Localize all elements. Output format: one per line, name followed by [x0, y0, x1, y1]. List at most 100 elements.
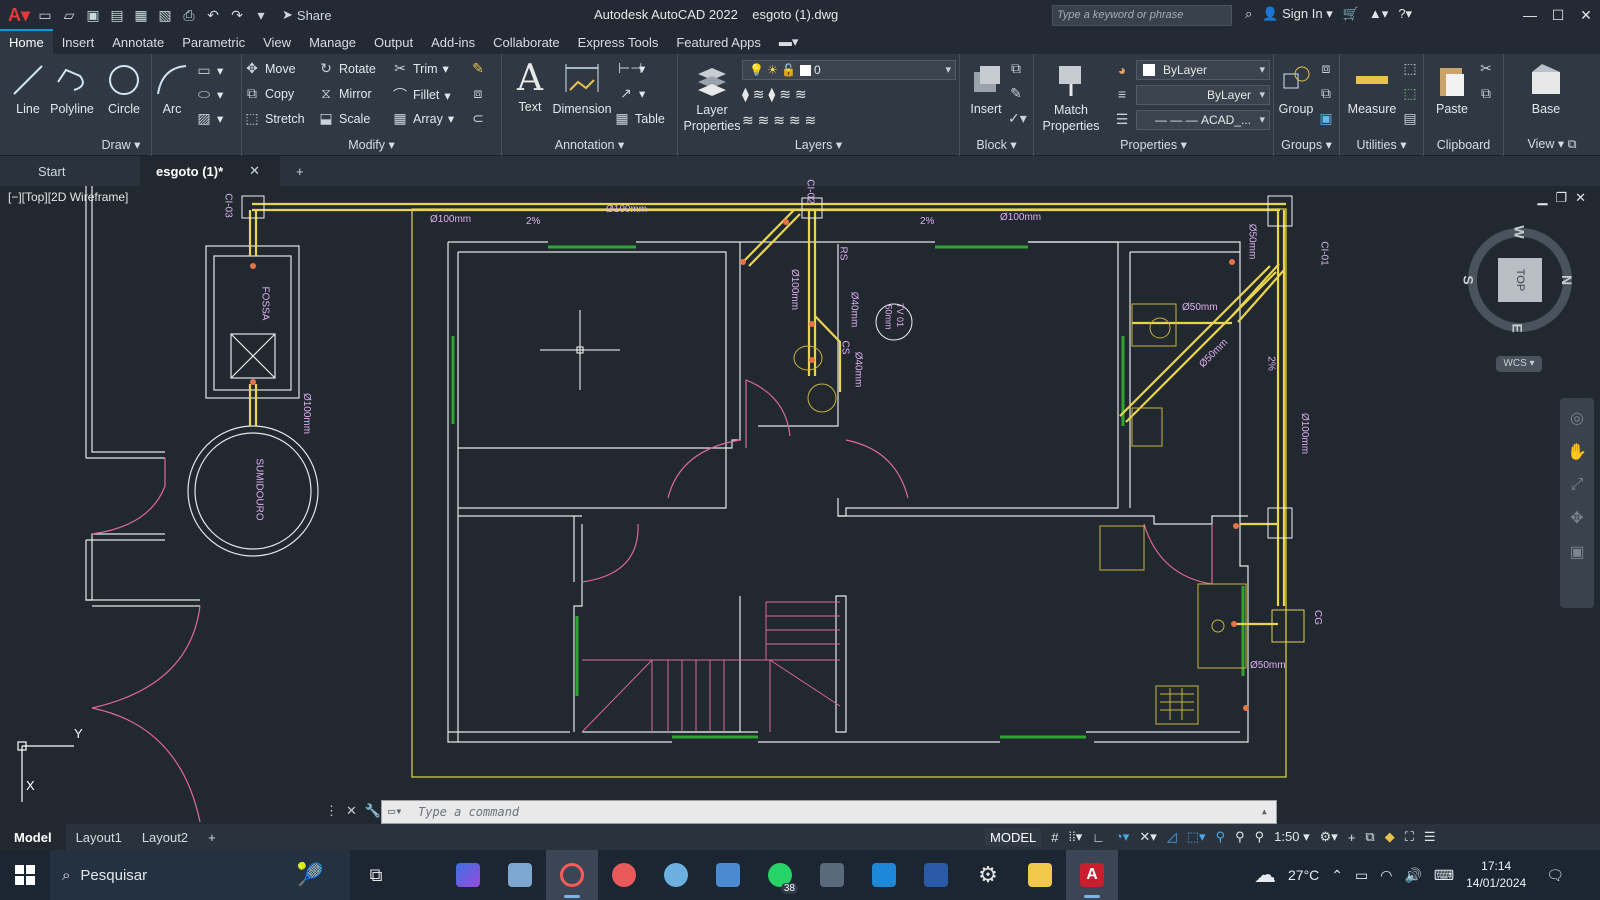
- sketchup-app[interactable]: [910, 850, 962, 900]
- layer-tools-row2[interactable]: ≋ ≋ ≋ ≋ ≋: [742, 112, 816, 129]
- view-panel-title[interactable]: View ▾ ⧉: [1504, 136, 1600, 152]
- trim-button[interactable]: ✂ Trim ▾: [392, 60, 449, 77]
- rectangle-icon[interactable]: ▭ ▾: [196, 62, 223, 79]
- cut-icon[interactable]: ✂: [1478, 60, 1494, 77]
- open-web-icon[interactable]: ▦: [132, 7, 150, 23]
- tab-express-tools[interactable]: Express Tools: [569, 31, 668, 54]
- paste-button[interactable]: Paste: [1424, 58, 1480, 116]
- tab-parametric[interactable]: Parametric: [173, 31, 254, 54]
- zoom-extents-icon[interactable]: ⤢: [1571, 476, 1584, 494]
- annotation-panel-title[interactable]: Annotation ▾: [502, 137, 677, 152]
- viewcube-top-face[interactable]: TOP: [1498, 258, 1542, 302]
- customize-qat-icon[interactable]: ▾: [252, 7, 270, 23]
- drawing-canvas[interactable]: [−][Top][2D Wireframe] ▁ ❐ ✕ FOSSA SUMID…: [0, 179, 1600, 822]
- copy-clip-icon[interactable]: ⧉: [1478, 85, 1494, 102]
- plot-icon[interactable]: ⎙: [180, 7, 198, 23]
- layer-tools-row1[interactable]: ⧫ ≋ ⧫ ≋ ≋: [742, 86, 807, 103]
- showmotion-icon[interactable]: ▣: [1569, 542, 1584, 562]
- clean-screen-icon[interactable]: ⛶: [1405, 829, 1414, 845]
- layers-panel-title[interactable]: Layers ▾: [678, 137, 959, 152]
- tab-add-ins[interactable]: Add-ins: [422, 31, 484, 54]
- command-close-icon[interactable]: ✕: [346, 803, 357, 819]
- fillet-button[interactable]: ⌒ Fillet ▾: [392, 85, 451, 105]
- linear-dim-icon[interactable]: ⊢⊣ ▾: [618, 60, 645, 77]
- undo-icon[interactable]: ↶: [204, 7, 222, 23]
- scale-button[interactable]: ⬓ Scale: [318, 110, 370, 127]
- vscode-app[interactable]: [858, 850, 910, 900]
- sign-in-button[interactable]: 👤 Sign In ▾: [1262, 6, 1332, 22]
- new-icon[interactable]: ▭: [36, 7, 54, 23]
- copy-button[interactable]: ⧉ Copy: [244, 85, 294, 102]
- redo-icon[interactable]: ↷: [228, 7, 246, 23]
- taskbar-search[interactable]: ⌕ Pesquisar 🎾: [50, 850, 350, 900]
- save-as-icon[interactable]: ▤: [108, 7, 126, 23]
- table-button[interactable]: ▦ Table: [614, 110, 665, 127]
- base-button[interactable]: Base: [1518, 58, 1574, 116]
- attribute-icon[interactable]: ✓▾: [1008, 110, 1027, 127]
- polyline-button[interactable]: Polyline: [44, 58, 100, 116]
- command-history-icon[interactable]: ▭▾: [388, 804, 402, 818]
- close-tab-icon[interactable]: ✕: [249, 163, 260, 179]
- temperature-label[interactable]: 27°C: [1288, 867, 1319, 883]
- array-button[interactable]: ▦ Array ▾: [392, 110, 454, 127]
- grid-icon[interactable]: #: [1051, 830, 1058, 845]
- model-tab[interactable]: Model: [0, 824, 66, 850]
- linetype-icon[interactable]: ☰: [1114, 111, 1130, 128]
- block-panel-title[interactable]: Block ▾: [960, 137, 1033, 152]
- task-view-button[interactable]: ⧉: [350, 850, 402, 900]
- command-expand-icon[interactable]: ▴: [1261, 804, 1268, 818]
- explode-icon[interactable]: ⧈: [470, 85, 486, 102]
- weather-cloud-icon[interactable]: ☁: [1254, 862, 1276, 888]
- mail-app[interactable]: [494, 850, 546, 900]
- open-icon[interactable]: ▱: [60, 7, 78, 23]
- isolate-objects-icon[interactable]: ◆: [1385, 829, 1395, 845]
- annotation-scale-dropdown[interactable]: 1:50 ▾: [1274, 829, 1309, 845]
- layout2-tab[interactable]: Layout2: [132, 830, 198, 845]
- layout1-tab[interactable]: Layout1: [66, 830, 132, 845]
- tray-chevron-icon[interactable]: ⌃: [1331, 867, 1343, 884]
- save-web-icon[interactable]: ▧: [156, 7, 174, 23]
- group-edit-icon[interactable]: ⧉: [1318, 85, 1334, 102]
- ungroup-icon[interactable]: ⧈: [1318, 60, 1334, 77]
- annotation-autoscale-icon[interactable]: ⚲: [1255, 829, 1265, 845]
- layer-dropdown[interactable]: 💡 ☀ 🔓 0: [742, 60, 956, 80]
- paint-app[interactable]: [650, 850, 702, 900]
- leader-icon[interactable]: ↗ ▾: [618, 85, 645, 102]
- draw-panel-title[interactable]: Draw ▾: [0, 137, 242, 152]
- hatch-icon[interactable]: ▨ ▾: [196, 110, 223, 127]
- quick-select-icon[interactable]: ⬚: [1402, 60, 1418, 77]
- group-select-icon[interactable]: ▣: [1318, 110, 1334, 127]
- utilities-panel-title[interactable]: Utilities ▾: [1340, 137, 1423, 152]
- share-button[interactable]: ➤ Share: [282, 7, 332, 23]
- dimension-button[interactable]: Dimension: [550, 58, 614, 116]
- clock[interactable]: 17:14 14/01/2024: [1466, 858, 1526, 892]
- keyboard-icon[interactable]: ⌨: [1434, 867, 1454, 884]
- tab-collaborate[interactable]: Collaborate: [484, 31, 569, 54]
- save-icon[interactable]: ▣: [84, 7, 102, 23]
- arc-button[interactable]: Arc: [144, 58, 200, 116]
- modify-panel-title[interactable]: Modify ▾: [242, 137, 501, 152]
- edit-block-icon[interactable]: ✎: [1008, 85, 1024, 102]
- command-input[interactable]: ▭▾ Type a command ▴: [381, 800, 1277, 824]
- new-tab-icon[interactable]: +: [280, 156, 320, 186]
- maximize-button[interactable]: ☐: [1544, 0, 1572, 30]
- notifications-icon[interactable]: 🗨: [1546, 867, 1564, 884]
- polar-icon[interactable]: ◔▾: [1115, 829, 1129, 845]
- tab-annotate[interactable]: Annotate: [103, 31, 173, 54]
- help-search-input[interactable]: Type a keyword or phrase: [1052, 5, 1232, 26]
- tab-view[interactable]: View: [254, 31, 300, 54]
- orbit-icon[interactable]: ✥: [1570, 508, 1583, 528]
- linetype-dropdown[interactable]: — — — ACAD_...: [1136, 110, 1270, 130]
- autocad-app[interactable]: A: [1066, 850, 1118, 900]
- compass-s[interactable]: S: [1461, 275, 1477, 284]
- opera-app[interactable]: [546, 850, 598, 900]
- osnap-icon[interactable]: ✕▾: [1139, 829, 1156, 845]
- otrack-icon[interactable]: ⬚▾: [1187, 829, 1206, 845]
- media-app[interactable]: [598, 850, 650, 900]
- settings-app[interactable]: ⚙: [962, 850, 1014, 900]
- rotate-button[interactable]: ↻ Rotate: [318, 60, 376, 77]
- stretch-button[interactable]: ⬚ Stretch: [244, 110, 304, 127]
- ellipse-icon[interactable]: ⬭ ▾: [196, 86, 223, 103]
- lineweight-icon[interactable]: ≡: [1114, 86, 1130, 102]
- calculator-icon[interactable]: ▤: [1402, 110, 1418, 127]
